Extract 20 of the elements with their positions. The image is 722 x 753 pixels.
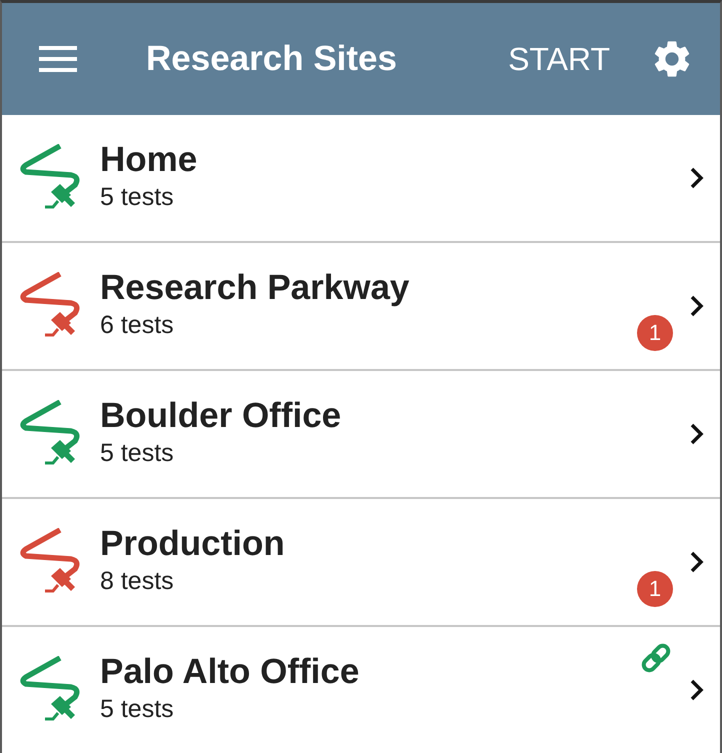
chevron-right-icon [690,551,704,573]
site-name: Boulder Office [100,395,342,437]
chevron-right-icon [690,679,704,701]
test-count: 5 tests [100,438,175,469]
menu-icon[interactable] [39,46,77,72]
alert-count-badge: 1 [637,571,673,607]
start-button[interactable]: START [508,35,610,83]
site-name: Home [100,139,198,181]
test-count: 5 tests [100,182,175,213]
test-count: 5 tests [100,694,175,725]
app-title: Research Sites [146,38,397,80]
site-name: Research Parkway [100,267,410,309]
test-count: 6 tests [100,310,175,341]
chevron-right-icon [690,423,704,445]
chevron-right-icon [690,167,704,189]
alert-count-badge: 1 [637,315,673,351]
test-count: 8 tests [100,566,175,597]
chevron-right-icon [690,295,704,317]
site-name: Palo Alto Office [100,651,360,693]
site-name: Production [100,523,286,565]
